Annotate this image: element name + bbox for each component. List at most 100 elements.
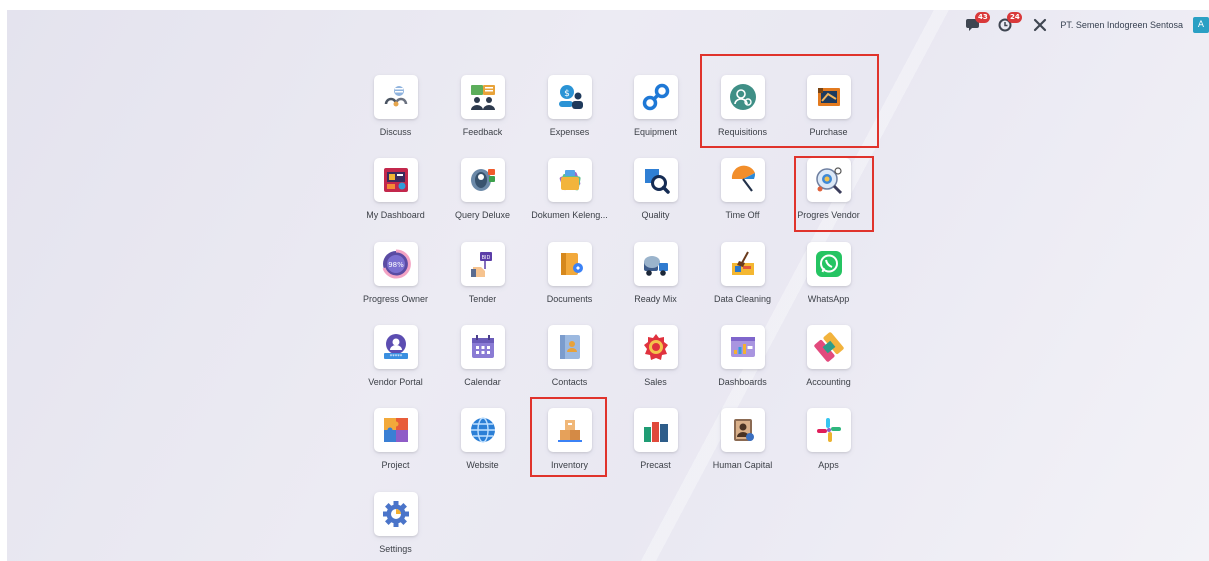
app-whatsapp[interactable]: WhatsApp — [785, 242, 872, 316]
app-data-cleaning[interactable]: Data Cleaning — [699, 242, 786, 316]
app-sales[interactable]: Sales — [612, 325, 699, 399]
systray: 43 24 PT. Semen Indogreen Sentosa A — [966, 12, 1209, 34]
app-precast[interactable]: Precast — [612, 408, 699, 482]
discuss-icon — [373, 75, 418, 119]
app-label: Project — [381, 460, 410, 470]
app-discuss[interactable]: Discuss — [352, 75, 439, 149]
app-label: Apps — [818, 460, 839, 470]
app-expenses[interactable]: $ Expenses — [526, 75, 613, 149]
user-avatar[interactable]: A — [1193, 17, 1209, 33]
whatsapp-icon — [806, 242, 851, 286]
app-label: Human Capital — [712, 460, 773, 470]
settings-icon — [373, 492, 418, 536]
inventory-icon — [547, 408, 592, 452]
app-label: Query Deluxe — [454, 210, 511, 220]
app-project[interactable]: Project — [352, 408, 439, 482]
app-requisitions[interactable]: Requisitions — [699, 75, 786, 149]
app-label: Settings — [379, 544, 412, 554]
app-label: Data Cleaning — [713, 294, 772, 304]
project-icon — [373, 408, 418, 452]
app-quality[interactable]: Quality — [612, 158, 699, 232]
app-label: WhatsApp — [807, 294, 850, 304]
app-equipment[interactable]: Equipment — [612, 75, 699, 149]
app-inventory[interactable]: Inventory — [526, 408, 613, 482]
app-ready-mix[interactable]: Ready Mix — [612, 242, 699, 316]
app-label: Precast — [640, 460, 671, 470]
app-time-off[interactable]: Time Off — [699, 158, 786, 232]
dashboard-icon — [373, 158, 418, 202]
quality-icon — [633, 158, 678, 202]
dashboards-icon — [720, 325, 765, 369]
app-label: Feedback — [462, 127, 503, 137]
svg-text:$: $ — [564, 89, 570, 99]
app-feedback[interactable]: Feedback — [439, 75, 526, 149]
app-label: Dokumen Keleng... — [531, 210, 608, 220]
app-label: Quality — [641, 210, 670, 220]
app-dashboard[interactable]: My Dashboard — [352, 158, 439, 232]
svg-text:98%: 98% — [388, 261, 404, 269]
sales-icon — [633, 325, 678, 369]
company-switcher[interactable]: PT. Semen Indogreen Sentosa — [1060, 20, 1183, 30]
messages-badge: 43 — [975, 12, 991, 23]
data-cleaning-icon — [720, 242, 765, 286]
app-progres-vendor[interactable]: Progres Vendor — [785, 158, 872, 232]
app-calendar[interactable]: Calendar — [439, 325, 526, 399]
app-label: Accounting — [806, 377, 851, 387]
messages-menu[interactable]: 43 — [966, 12, 991, 32]
app-label: Ready Mix — [634, 294, 677, 304]
app-label: Discuss — [379, 127, 412, 137]
app-progress-owner[interactable]: 98% Progress Owner — [352, 242, 439, 316]
app-label: Equipment — [633, 127, 678, 137]
activities-menu[interactable]: 24 — [998, 12, 1024, 32]
requisitions-icon — [720, 75, 765, 119]
calendar-icon — [460, 325, 505, 369]
apps-icon — [806, 408, 851, 452]
app-dashboards[interactable]: Dashboards — [699, 325, 786, 399]
app-vendor-portal[interactable]: ***** Vendor Portal — [352, 325, 439, 399]
app-human-capital[interactable]: Human Capital — [699, 408, 786, 482]
window-top-edge — [0, 0, 1209, 10]
vendor-portal-icon: ***** — [373, 325, 418, 369]
app-label: Time Off — [725, 210, 760, 220]
app-label: Progres Vendor — [797, 210, 860, 220]
dokumen-icon — [547, 158, 592, 202]
query-deluxe-icon — [460, 158, 505, 202]
contacts-icon — [547, 325, 592, 369]
app-label: Calendar — [464, 377, 501, 387]
app-label: Progress Owner — [362, 294, 429, 304]
app-label: Dashboards — [718, 377, 767, 387]
human-capital-icon — [720, 408, 765, 452]
app-documents[interactable]: Documents — [526, 242, 613, 316]
documents-icon — [547, 242, 592, 286]
activities-badge: 24 — [1007, 12, 1023, 23]
precast-icon — [633, 408, 678, 452]
app-label: Sales — [644, 377, 667, 387]
progress-owner-icon: 98% — [373, 242, 418, 286]
app-label: Vendor Portal — [368, 377, 423, 387]
app-settings[interactable]: Settings — [352, 492, 439, 561]
tender-icon: BID — [460, 242, 505, 286]
app-label: Purchase — [809, 127, 848, 137]
app-query-deluxe[interactable]: Query Deluxe — [439, 158, 526, 232]
equipment-icon — [633, 75, 678, 119]
app-accounting[interactable]: Accounting — [785, 325, 872, 399]
svg-text:*****: ***** — [389, 354, 402, 360]
app-label: Website — [466, 460, 499, 470]
app-apps[interactable]: Apps — [785, 408, 872, 482]
app-contacts[interactable]: Contacts — [526, 325, 613, 399]
app-tender[interactable]: BID Tender — [439, 242, 526, 316]
website-icon — [460, 408, 505, 452]
expenses-icon: $ — [547, 75, 592, 119]
accounting-icon — [806, 325, 851, 369]
purchase-icon — [806, 75, 851, 119]
app-label: Tender — [468, 294, 497, 304]
app-website[interactable]: Website — [439, 408, 526, 482]
app-purchase[interactable]: Purchase — [785, 75, 872, 149]
app-dokumen[interactable]: Dokumen Keleng... — [526, 158, 613, 232]
app-label: Contacts — [551, 377, 588, 387]
debug-tools-menu[interactable] — [1032, 18, 1048, 32]
app-label: Inventory — [550, 460, 589, 470]
progres-vendor-icon — [806, 158, 851, 202]
window-left-edge — [0, 0, 7, 561]
ready-mix-icon — [633, 242, 678, 286]
